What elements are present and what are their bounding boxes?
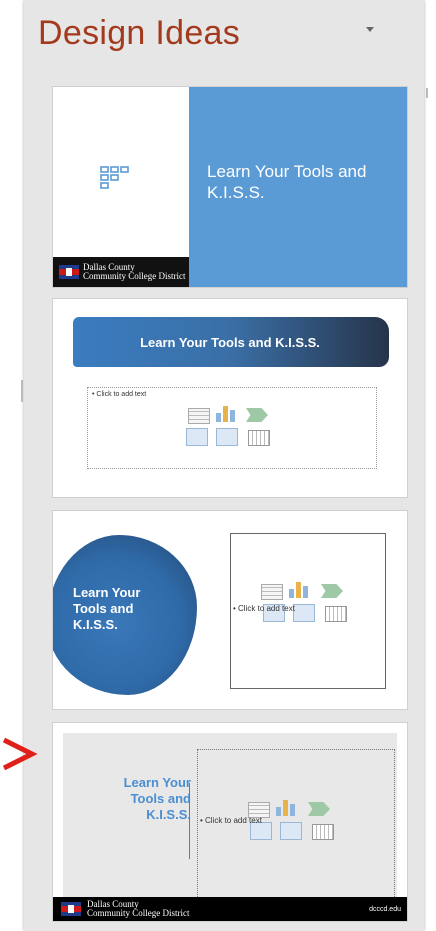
chart-icon — [216, 406, 240, 422]
placeholder-text: • Click to add text — [92, 391, 147, 398]
smartart-icon — [246, 408, 268, 422]
pane-resize-handle[interactable] — [21, 380, 23, 402]
design-idea-4[interactable]: Learn Your Tools and K.I.S.S. • Click to… — [52, 722, 408, 922]
video-icon — [325, 606, 347, 622]
slide-title: Learn Your Tools and K.I.S.S. — [140, 335, 320, 350]
selection-arrow-icon — [2, 737, 38, 771]
online-picture-icon — [293, 604, 315, 622]
slide-left-panel: Dallas County Community College District — [53, 87, 189, 287]
dcccd-logo-icon — [61, 902, 81, 916]
table-icon — [188, 408, 210, 424]
online-picture-icon — [216, 428, 238, 446]
slide-title: Learn Your Tools and K.I.S.S. — [73, 585, 141, 632]
logo-bar: Dallas County Community College District… — [53, 897, 407, 921]
design-idea-3[interactable]: Learn Your Tools and K.I.S.S. • Click to… — [52, 510, 408, 710]
content-placeholder: • Click to add text — [197, 749, 395, 901]
scrollbar-marker — [426, 88, 428, 98]
placeholder-text: • Click to add text — [233, 604, 295, 613]
url-text: dcccd.edu — [369, 906, 401, 913]
video-icon — [248, 430, 270, 446]
smartart-icon — [308, 802, 330, 816]
placeholder-text: • Click to add text — [200, 816, 262, 825]
slide-title: Learn Your Tools and K.I.S.S. — [207, 162, 367, 202]
smartart-icon — [321, 584, 343, 598]
logo-bar: Dallas County Community College District — [53, 257, 189, 287]
online-picture-icon — [280, 822, 302, 840]
dcccd-logo-icon — [59, 265, 79, 279]
design-idea-2[interactable]: Learn Your Tools and K.I.S.S. • Click to… — [52, 298, 408, 498]
slide-title: Learn Your Tools and K.I.S.S. — [123, 775, 191, 822]
design-idea-1[interactable]: Dallas County Community College District… — [52, 86, 408, 288]
divider-line — [189, 783, 190, 859]
content-placeholder: • Click to add text — [230, 533, 386, 689]
blocks-icon — [100, 166, 129, 189]
chart-icon — [289, 582, 313, 598]
video-icon — [312, 824, 334, 840]
logo-text-2: Community College District — [87, 908, 190, 918]
logo-text-2: Community College District — [83, 271, 186, 281]
chevron-down-icon[interactable] — [366, 27, 374, 32]
content-placeholder: • Click to add text — [87, 387, 377, 469]
picture-icon — [186, 428, 208, 446]
pane-title: Design Ideas — [38, 14, 241, 52]
table-icon — [261, 584, 283, 600]
chart-icon — [276, 800, 300, 816]
